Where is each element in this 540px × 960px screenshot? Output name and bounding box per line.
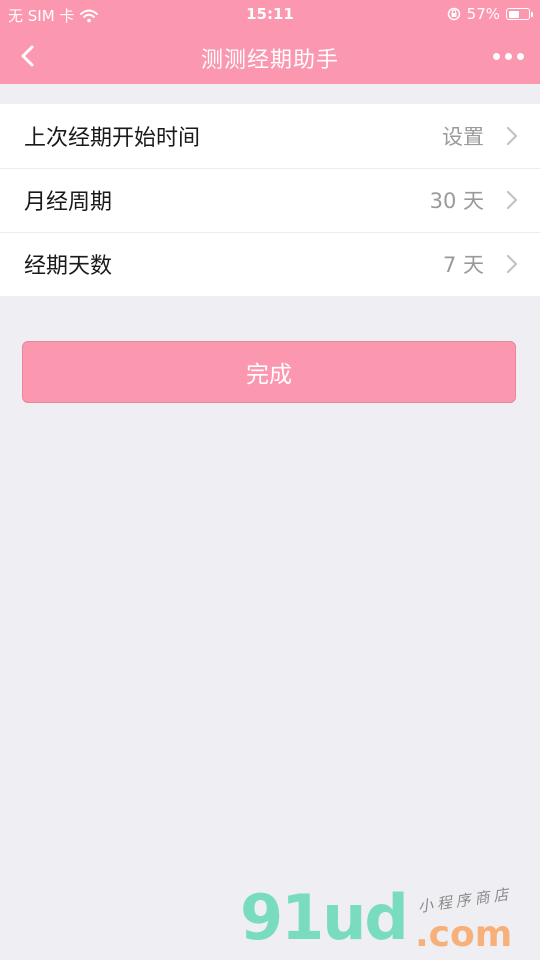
setting-label: 月经周期 [24, 190, 113, 215]
setting-row-cycle-length[interactable]: 月经周期 30 天 [0, 168, 540, 232]
nav-bar: 测测经期助手 [0, 28, 540, 84]
battery-icon [506, 8, 533, 20]
battery-fill [508, 10, 519, 18]
chevron-right-icon [506, 190, 518, 210]
setting-label: 经期天数 [24, 254, 113, 279]
more-button[interactable] [486, 36, 530, 76]
setting-row-period-days[interactable]: 经期天数 7 天 [0, 232, 540, 296]
watermark-logo: 91ud [240, 881, 409, 954]
more-dots-icon [492, 52, 500, 60]
app-header: 无 SIM 卡 15:11 57% 测测经期助手 [0, 0, 540, 84]
watermark-domain: .com [415, 914, 513, 955]
status-right: 57% [447, 5, 533, 23]
setting-row-last-period-start[interactable]: 上次经期开始时间 设置 [0, 104, 540, 168]
battery-percent: 57% [466, 5, 500, 23]
done-button[interactable]: 完成 [22, 341, 516, 403]
chevron-right-icon [506, 254, 518, 274]
setting-value: 设置 [442, 125, 484, 149]
watermark: 91ud 小程序商店 .com [240, 878, 540, 960]
setting-label: 上次经期开始时间 [24, 126, 201, 151]
page-title: 测测经期助手 [200, 48, 339, 73]
setting-value: 7 天 [442, 253, 484, 277]
setting-value: 30 天 [429, 189, 484, 213]
status-bar: 无 SIM 卡 15:11 57% [0, 0, 540, 28]
settings-list: 上次经期开始时间 设置 月经周期 30 天 经期天数 7 天 [0, 104, 540, 296]
orientation-lock-icon [447, 7, 460, 21]
more-dots-icon [504, 52, 512, 60]
chevron-right-icon [506, 126, 518, 146]
more-dots-icon [516, 52, 524, 60]
